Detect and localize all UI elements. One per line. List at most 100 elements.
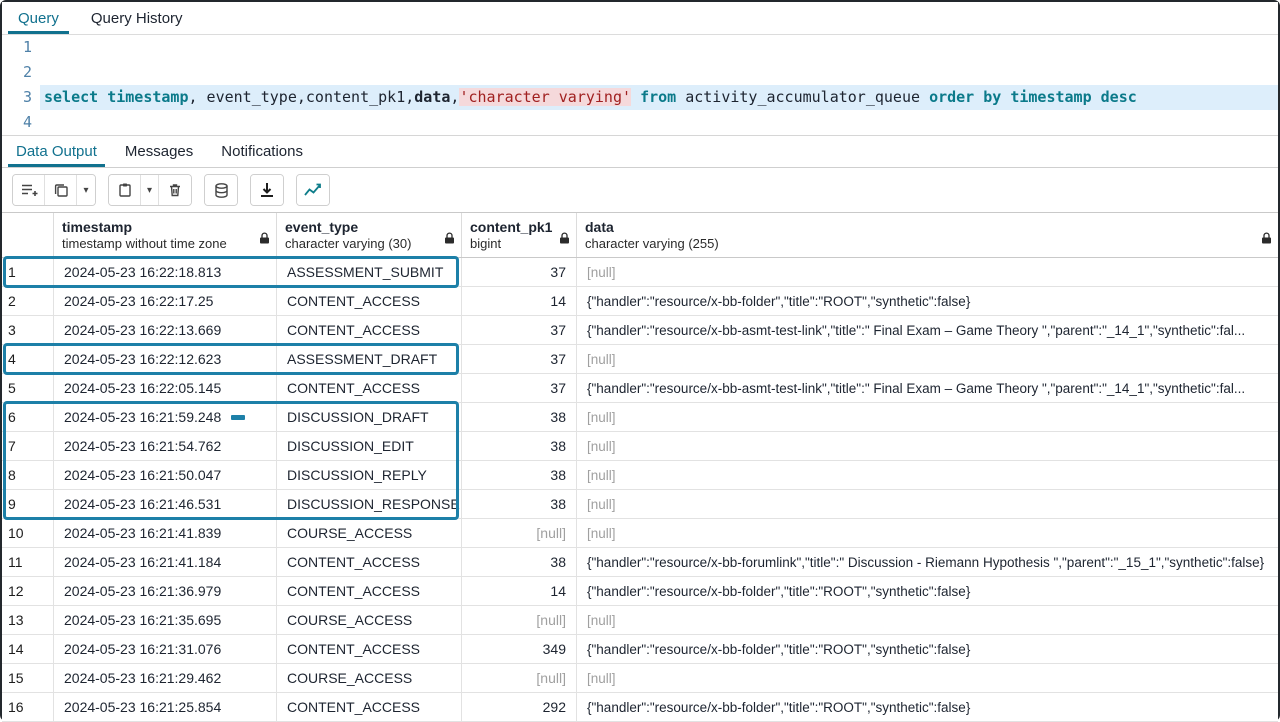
table-row[interactable]: 6 2024-05-23 16:21:59.248 DISCUSSION_DRA… <box>2 403 1278 432</box>
cell-timestamp[interactable]: 2024-05-23 16:21:25.854 <box>54 693 277 721</box>
cell-event-type[interactable]: DISCUSSION_EDIT <box>277 432 462 460</box>
cell-content-pk1[interactable]: 37 <box>462 258 577 286</box>
cell-content-pk1[interactable]: 349 <box>462 635 577 663</box>
cell-data[interactable]: {"handler":"resource/x-bb-folder","title… <box>577 577 1278 605</box>
save-data-changes-button[interactable] <box>205 175 237 205</box>
cell-data[interactable]: {"handler":"resource/x-bb-folder","title… <box>577 693 1278 721</box>
cell-content-pk1[interactable]: 14 <box>462 577 577 605</box>
table-row[interactable]: 16 2024-05-23 16:21:25.854 CONTENT_ACCES… <box>2 693 1278 722</box>
cell-timestamp[interactable]: 2024-05-23 16:21:29.462 <box>54 664 277 692</box>
cell-event-type[interactable]: ASSESSMENT_SUBMIT <box>277 258 462 286</box>
table-row[interactable]: 13 2024-05-23 16:21:35.695 COURSE_ACCESS… <box>2 606 1278 635</box>
cell-content-pk1[interactable]: [null] <box>462 606 577 634</box>
cell-data[interactable]: {"handler":"resource/x-bb-asmt-test-link… <box>577 316 1278 344</box>
cell-content-pk1[interactable]: 38 <box>462 490 577 518</box>
cell-event-type[interactable]: CONTENT_ACCESS <box>277 548 462 576</box>
cell-content-pk1[interactable]: 38 <box>462 403 577 431</box>
cell-data[interactable]: [null] <box>577 461 1278 489</box>
table-row[interactable]: 7 2024-05-23 16:21:54.762 DISCUSSION_EDI… <box>2 432 1278 461</box>
delete-row-button[interactable] <box>159 175 191 205</box>
cell-data[interactable]: {"handler":"resource/x-bb-folder","title… <box>577 635 1278 663</box>
cell-data[interactable]: [null] <box>577 606 1278 634</box>
cell-timestamp[interactable]: 2024-05-23 16:22:17.25 <box>54 287 277 315</box>
cell-data[interactable]: [null] <box>577 432 1278 460</box>
table-row[interactable]: 5 2024-05-23 16:22:05.145 CONTENT_ACCESS… <box>2 374 1278 403</box>
cell-content-pk1[interactable]: 292 <box>462 693 577 721</box>
cell-timestamp[interactable]: 2024-05-23 16:21:46.531 <box>54 490 277 518</box>
cell-data[interactable]: [null] <box>577 258 1278 286</box>
download-results-button[interactable] <box>251 175 283 205</box>
cell-content-pk1[interactable]: 38 <box>462 548 577 576</box>
cell-content-pk1[interactable]: 37 <box>462 316 577 344</box>
table-row[interactable]: 2 2024-05-23 16:22:17.25 CONTENT_ACCESS … <box>2 287 1278 316</box>
cell-event-type[interactable]: CONTENT_ACCESS <box>277 635 462 663</box>
cell-event-type[interactable]: COURSE_ACCESS <box>277 664 462 692</box>
cell-data[interactable]: {"handler":"resource/x-bb-asmt-test-link… <box>577 374 1278 402</box>
cell-data[interactable]: [null] <box>577 664 1278 692</box>
cell-event-type[interactable]: COURSE_ACCESS <box>277 606 462 634</box>
table-row[interactable]: 10 2024-05-23 16:21:41.839 COURSE_ACCESS… <box>2 519 1278 548</box>
paste-options-button[interactable]: ▾ <box>141 175 159 205</box>
cell-event-type[interactable]: CONTENT_ACCESS <box>277 693 462 721</box>
cell-timestamp[interactable]: 2024-05-23 16:22:12.623 <box>54 345 277 373</box>
cell-timestamp[interactable]: 2024-05-23 16:22:18.813 <box>54 258 277 286</box>
paste-button[interactable] <box>109 175 141 205</box>
table-row[interactable]: 1 2024-05-23 16:22:18.813 ASSESSMENT_SUB… <box>2 258 1278 287</box>
cell-content-pk1[interactable]: 37 <box>462 374 577 402</box>
cell-data[interactable]: [null] <box>577 490 1278 518</box>
tab-messages[interactable]: Messages <box>111 136 207 167</box>
cell-data[interactable]: [null] <box>577 345 1278 373</box>
cell-timestamp[interactable]: 2024-05-23 16:21:54.762 <box>54 432 277 460</box>
table-row[interactable]: 8 2024-05-23 16:21:50.047 DISCUSSION_REP… <box>2 461 1278 490</box>
cell-event-type[interactable]: COURSE_ACCESS <box>277 519 462 547</box>
table-row[interactable]: 15 2024-05-23 16:21:29.462 COURSE_ACCESS… <box>2 664 1278 693</box>
cell-event-type[interactable]: DISCUSSION_RESPONSE <box>277 490 462 518</box>
cell-content-pk1[interactable]: 38 <box>462 432 577 460</box>
cell-timestamp[interactable]: 2024-05-23 16:21:41.839 <box>54 519 277 547</box>
cell-timestamp[interactable]: 2024-05-23 16:22:13.669 <box>54 316 277 344</box>
cell-timestamp[interactable]: 2024-05-23 16:22:05.145 <box>54 374 277 402</box>
column-header-timestamp[interactable]: timestamp timestamp without time zone <box>54 213 277 257</box>
cell-event-type[interactable]: ASSESSMENT_DRAFT <box>277 345 462 373</box>
cell-timestamp[interactable]: 2024-05-23 16:21:35.695 <box>54 606 277 634</box>
graph-visualiser-button[interactable] <box>297 175 329 205</box>
table-row[interactable]: 14 2024-05-23 16:21:31.076 CONTENT_ACCES… <box>2 635 1278 664</box>
sql-editor[interactable]: 1 2 3 4 select timestamp, event_type,con… <box>2 35 1278 135</box>
cell-timestamp[interactable]: 2024-05-23 16:21:31.076 <box>54 635 277 663</box>
cell-data[interactable]: {"handler":"resource/x-bb-folder","title… <box>577 287 1278 315</box>
cell-timestamp[interactable]: 2024-05-23 16:21:59.248 <box>54 403 277 431</box>
column-header-event-type[interactable]: event_type character varying (30) <box>277 213 462 257</box>
table-row[interactable]: 11 2024-05-23 16:21:41.184 CONTENT_ACCES… <box>2 548 1278 577</box>
cell-data[interactable]: {"handler":"resource/x-bb-forumlink","ti… <box>577 548 1278 576</box>
tab-notifications[interactable]: Notifications <box>207 136 317 167</box>
cell-content-pk1[interactable]: 38 <box>462 461 577 489</box>
cell-event-type[interactable]: CONTENT_ACCESS <box>277 287 462 315</box>
copy-button[interactable] <box>45 175 77 205</box>
column-header-content-pk1[interactable]: content_pk1 bigint <box>462 213 577 257</box>
cell-event-type[interactable]: DISCUSSION_REPLY <box>277 461 462 489</box>
tab-query-history[interactable]: Query History <box>75 2 199 34</box>
cell-content-pk1[interactable]: 37 <box>462 345 577 373</box>
sql-code-area[interactable]: select timestamp, event_type,content_pk1… <box>40 35 1278 135</box>
cell-content-pk1[interactable]: [null] <box>462 664 577 692</box>
table-row[interactable]: 3 2024-05-23 16:22:13.669 CONTENT_ACCESS… <box>2 316 1278 345</box>
tab-query[interactable]: Query <box>2 2 75 34</box>
cell-timestamp[interactable]: 2024-05-23 16:21:41.184 <box>54 548 277 576</box>
copy-options-button[interactable]: ▾ <box>77 175 95 205</box>
cell-event-type[interactable]: DISCUSSION_DRAFT <box>277 403 462 431</box>
add-row-button[interactable] <box>13 175 45 205</box>
cell-timestamp[interactable]: 2024-05-23 16:21:50.047 <box>54 461 277 489</box>
cell-event-type[interactable]: CONTENT_ACCESS <box>277 374 462 402</box>
cell-event-type[interactable]: CONTENT_ACCESS <box>277 577 462 605</box>
cell-data[interactable]: [null] <box>577 519 1278 547</box>
cell-content-pk1[interactable]: [null] <box>462 519 577 547</box>
tab-data-output[interactable]: Data Output <box>2 136 111 167</box>
table-row[interactable]: 4 2024-05-23 16:22:12.623 ASSESSMENT_DRA… <box>2 345 1278 374</box>
cell-data[interactable]: [null] <box>577 403 1278 431</box>
cell-content-pk1[interactable]: 14 <box>462 287 577 315</box>
column-header-data[interactable]: data character varying (255) <box>577 213 1278 257</box>
cell-timestamp[interactable]: 2024-05-23 16:21:36.979 <box>54 577 277 605</box>
table-row[interactable]: 12 2024-05-23 16:21:36.979 CONTENT_ACCES… <box>2 577 1278 606</box>
table-row[interactable]: 9 2024-05-23 16:21:46.531 DISCUSSION_RES… <box>2 490 1278 519</box>
cell-event-type[interactable]: CONTENT_ACCESS <box>277 316 462 344</box>
